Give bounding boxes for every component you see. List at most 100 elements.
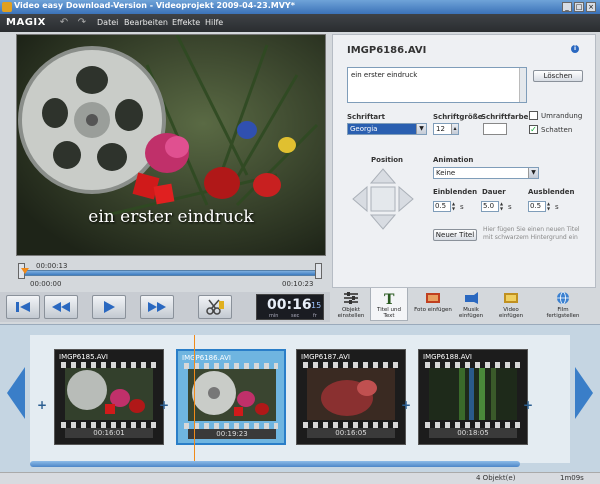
arrow-up-icon — [369, 168, 397, 184]
preview-caption: ein erster eindruck — [88, 207, 254, 227]
clip-title: IMGP6186.AVI — [347, 45, 427, 56]
maximize-button[interactable]: □ — [574, 2, 584, 12]
video-preview: ein erster eindruck — [16, 34, 326, 256]
undo-icon[interactable]: ↶ — [58, 17, 70, 29]
shadow-checkbox[interactable]: ✓ — [529, 125, 538, 134]
video-icon — [504, 293, 518, 303]
timecode-unit-sec: sec — [291, 313, 300, 319]
font-select[interactable]: Georgia ▼ — [347, 123, 427, 135]
new-title-hint: Hier fügen Sie einen neuen Titel mit sch… — [483, 226, 580, 241]
info-icon[interactable]: i — [571, 45, 579, 53]
animation-select[interactable]: Keine ▼ — [433, 167, 539, 179]
tab-label: Video einfügen — [498, 307, 524, 319]
scissors-icon — [206, 299, 224, 315]
fade-out-stepper[interactable]: ▲ ▼ — [547, 201, 552, 212]
scroll-right-icon[interactable] — [573, 365, 595, 421]
new-title-button[interactable]: Neuer Titel — [433, 229, 477, 241]
scroll-left-icon[interactable] — [5, 365, 27, 421]
storyboard-scrollbar[interactable] — [30, 461, 520, 467]
current-time-label: 00:00:13 — [36, 262, 68, 270]
arrow-right-icon — [398, 185, 414, 213]
insert-plus-icon[interactable]: + — [158, 399, 170, 411]
font-select-value: Georgia — [350, 125, 378, 133]
function-tabs: Objekt einstellen T Titel und Text Foto … — [332, 288, 596, 322]
tab-film-fertigstellen[interactable]: Film fertigstellen — [544, 288, 582, 321]
font-size-select[interactable]: 12 ▴ — [433, 123, 459, 135]
tab-label: Musik einfügen — [458, 307, 484, 319]
window-title: Video easy Download-Version - Videoproje… — [14, 1, 295, 10]
playhead-marker[interactable] — [21, 268, 29, 274]
duration-input[interactable]: 5.0 — [481, 201, 499, 212]
svg-text:T: T — [384, 292, 395, 305]
play-button[interactable] — [92, 295, 126, 319]
fade-out-label: Ausblenden — [528, 188, 575, 196]
app-icon — [2, 2, 12, 12]
duration-unit: s — [508, 203, 512, 211]
play-icon — [104, 301, 115, 313]
scrubber-area: 00:00:13 00:00:00 00:10:23 — [10, 258, 330, 292]
status-bar: 4 Objekt(e) 1m09s — [0, 472, 600, 484]
menu-datei[interactable]: Datei — [97, 18, 118, 27]
clip-card[interactable]: IMGP6187.AVI 00:16:05 — [296, 349, 406, 445]
fade-in-stepper[interactable]: ▲ ▼ — [452, 201, 457, 212]
scrubber-end-handle[interactable] — [315, 263, 322, 279]
timecode-unit-fr: fr — [313, 313, 317, 319]
menu-effekte[interactable]: Effekte — [172, 18, 200, 27]
tab-titel-und-text[interactable]: T Titel und Text — [370, 288, 408, 321]
menu-hilfe[interactable]: Hilfe — [205, 18, 223, 27]
chevron-down-icon: ▼ — [528, 168, 538, 178]
storyboard: + IMGP6185.AVI 00:16:01 + IMGP6186.AVI 0… — [0, 324, 600, 472]
close-button[interactable]: × — [586, 2, 596, 12]
clip-thumbnail — [65, 368, 153, 420]
magix-logo: MAGIX — [6, 17, 46, 28]
clip-thumbnail — [307, 368, 395, 420]
menu-bearbeiten[interactable]: Bearbeiten — [124, 18, 168, 27]
to-start-button[interactable] — [6, 295, 40, 319]
globe-icon — [557, 291, 569, 305]
clip-duration: 00:16:05 — [307, 428, 395, 438]
cut-button[interactable] — [198, 295, 232, 319]
insert-plus-icon[interactable]: + — [400, 399, 412, 411]
text-field-scrollbar[interactable] — [519, 68, 526, 102]
fast-forward-button[interactable] — [140, 295, 174, 319]
tab-label: Foto einfügen — [414, 307, 452, 313]
scrubber-track[interactable] — [22, 270, 318, 276]
outline-checkbox[interactable] — [529, 111, 538, 120]
timecode-display: 00:16 15 min sec fr — [256, 294, 324, 320]
position-pad[interactable] — [351, 167, 415, 231]
storyboard-track: + IMGP6185.AVI 00:16:01 + IMGP6186.AVI 0… — [30, 335, 570, 463]
timecode-value: 00:16 — [267, 297, 312, 313]
tab-foto-einfuegen[interactable]: Foto einfügen — [414, 288, 452, 321]
fade-out-input[interactable]: 0.5 — [528, 201, 546, 212]
tab-label: Objekt einstellen — [337, 307, 365, 319]
insert-plus-icon[interactable]: + — [36, 399, 48, 411]
total-duration: 1m09s — [560, 474, 584, 482]
music-icon — [465, 292, 478, 304]
duration-stepper[interactable]: ▲ ▼ — [500, 201, 505, 212]
clip-duration: 00:18:05 — [429, 428, 517, 438]
rewind-button[interactable] — [44, 295, 78, 319]
redo-icon[interactable]: ↷ — [76, 17, 88, 29]
clip-duration: 00:19:23 — [188, 429, 276, 439]
clip-card[interactable]: IMGP6185.AVI 00:16:01 — [54, 349, 164, 445]
tab-video-einfuegen[interactable]: Video einfügen — [492, 288, 530, 321]
clip-name: IMGP6188.AVI — [423, 353, 472, 361]
delete-button[interactable]: Löschen — [533, 70, 583, 82]
minimize-button[interactable]: _ — [562, 2, 572, 12]
title-text-field[interactable]: ein erster eindruck — [347, 67, 527, 103]
animation-select-value: Keine — [436, 169, 456, 177]
size-spinner-icon: ▴ — [451, 124, 458, 134]
font-color-swatch[interactable] — [483, 123, 507, 135]
clip-card[interactable]: IMGP6188.AVI 00:18:05 — [418, 349, 528, 445]
start-time-label: 00:00:00 — [30, 280, 62, 288]
font-label: Schriftart — [347, 113, 385, 121]
tab-musik-einfuegen[interactable]: Musik einfügen — [452, 288, 490, 321]
photo-icon — [426, 293, 440, 303]
tab-objekt-einstellen[interactable]: Objekt einstellen — [332, 288, 370, 321]
insert-plus-icon[interactable]: + — [522, 399, 534, 411]
transport-controls: 00:16 15 min sec fr — [0, 292, 330, 322]
fade-in-input[interactable]: 0.5 — [433, 201, 451, 212]
outline-label: Umrandung — [541, 112, 583, 120]
clip-card-selected[interactable]: IMGP6186.AVI 00:19:23 — [176, 349, 286, 445]
fade-in-unit: s — [460, 203, 464, 211]
